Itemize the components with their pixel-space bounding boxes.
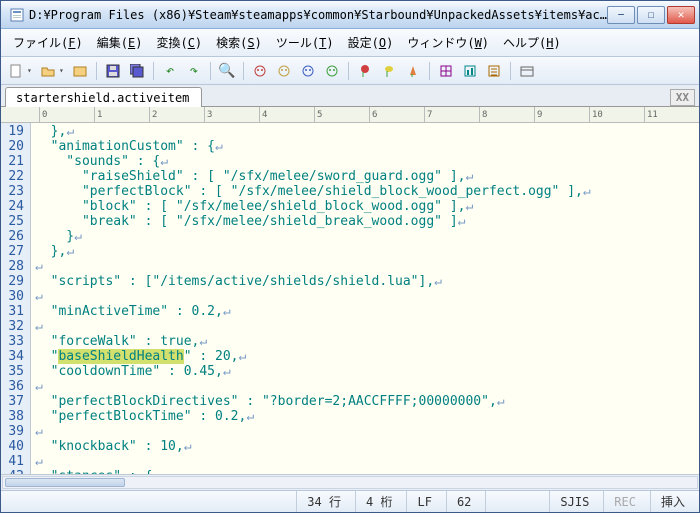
app-window: D:¥Program Files (x86)¥Steam¥steamapps¥c… <box>0 0 700 513</box>
status-line: 34 行 <box>296 491 351 512</box>
status-spacer <box>5 491 292 512</box>
menu-help[interactable]: ヘルプ(H) <box>497 32 567 53</box>
scrollbar-thumb[interactable] <box>5 478 125 487</box>
dropdown-icon[interactable]: ▾ <box>59 66 67 75</box>
menu-tools[interactable]: ツール(T) <box>270 32 340 53</box>
tool-icon-3[interactable] <box>483 60 505 82</box>
face-icon-2[interactable] <box>273 60 295 82</box>
editor[interactable]: 1920212223242526272829303132333435363738… <box>1 123 699 474</box>
status-rec: REC <box>603 491 646 512</box>
ruler: 01234567891011 <box>1 107 699 123</box>
undo-icon[interactable]: ↶ <box>159 60 181 82</box>
app-icon <box>9 7 25 23</box>
code-area[interactable]: },↵ "animationCustom" : {↵ "sounds" : {↵… <box>31 123 699 474</box>
marker-icon-1[interactable] <box>354 60 376 82</box>
status-encoding: SJIS <box>549 491 599 512</box>
window-title: D:¥Program Files (x86)¥Steam¥steamapps¥c… <box>29 8 607 22</box>
close-all-tabs-button[interactable]: XX <box>670 89 695 106</box>
search-icon[interactable]: 🔍 <box>216 60 238 82</box>
titlebar[interactable]: D:¥Program Files (x86)¥Steam¥steamapps¥c… <box>1 1 699 29</box>
tab-label: startershield.activeitem <box>16 91 189 105</box>
close-file-icon[interactable] <box>69 60 91 82</box>
menubar: ファイル(F) 編集(E) 変換(C) 検索(S) ツール(T) 設定(O) ウ… <box>1 29 699 57</box>
face-icon-3[interactable] <box>297 60 319 82</box>
horizontal-scrollbar[interactable] <box>1 474 699 490</box>
toolbar: ▾ ▾ ↶ ↷ 🔍 <box>1 57 699 85</box>
tool-icon-2[interactable] <box>459 60 481 82</box>
status-codepoint: 62 <box>446 491 481 512</box>
status-eol: LF <box>406 491 441 512</box>
dropdown-icon[interactable]: ▾ <box>27 66 35 75</box>
statusbar: 34 行 4 桁 LF 62 SJIS REC 挿入 <box>1 490 699 512</box>
status-insert-mode: 挿入 <box>650 491 695 512</box>
tab-active[interactable]: startershield.activeitem <box>5 87 202 107</box>
menu-window[interactable]: ウィンドウ(W) <box>401 32 495 53</box>
menu-file[interactable]: ファイル(F) <box>7 32 89 53</box>
menu-edit[interactable]: 編集(E) <box>91 32 149 53</box>
line-number-gutter: 1920212223242526272829303132333435363738… <box>1 123 31 474</box>
maximize-button[interactable]: ☐ <box>637 6 665 24</box>
tabbar: startershield.activeitem XX <box>1 85 699 107</box>
face-icon-1[interactable] <box>249 60 271 82</box>
minimize-button[interactable]: − <box>607 6 635 24</box>
tool-icon-4[interactable] <box>516 60 538 82</box>
open-file-icon[interactable] <box>37 60 59 82</box>
marker-icon-3[interactable] <box>402 60 424 82</box>
menu-convert[interactable]: 変換(C) <box>150 32 208 53</box>
tool-icon-1[interactable] <box>435 60 457 82</box>
face-icon-4[interactable] <box>321 60 343 82</box>
save-all-icon[interactable] <box>126 60 148 82</box>
status-blank <box>485 491 545 512</box>
marker-icon-2[interactable] <box>378 60 400 82</box>
new-file-icon[interactable] <box>5 60 27 82</box>
status-column: 4 桁 <box>355 491 402 512</box>
save-icon[interactable] <box>102 60 124 82</box>
close-button[interactable]: ✕ <box>667 6 695 24</box>
redo-icon[interactable]: ↷ <box>183 60 205 82</box>
menu-search[interactable]: 検索(S) <box>210 32 268 53</box>
menu-settings[interactable]: 設定(O) <box>342 32 400 53</box>
